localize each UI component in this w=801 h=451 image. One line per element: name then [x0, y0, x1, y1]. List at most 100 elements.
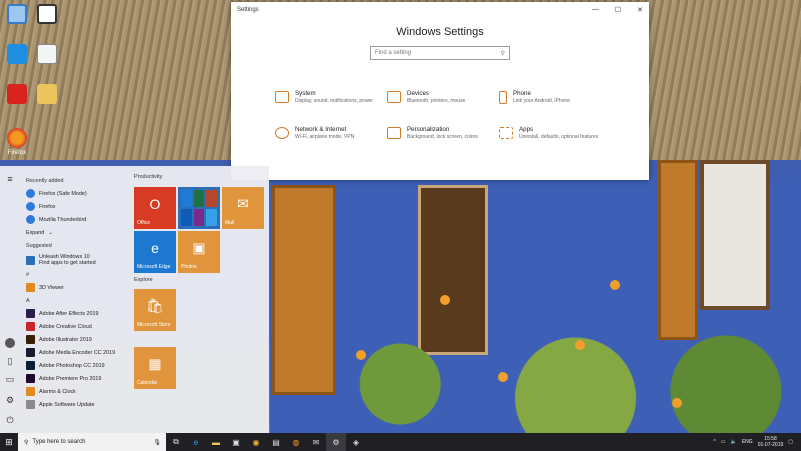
- section-a: A: [26, 298, 30, 304]
- app-item[interactable]: Adobe Premiere Pro 2019: [24, 372, 130, 385]
- app-item[interactable]: Alarms & Clock: [24, 385, 130, 398]
- apple-update-icon: [26, 400, 35, 409]
- desktop-icon-user-folder[interactable]: [32, 4, 62, 26]
- clock-date: 01-07-2019: [757, 442, 784, 448]
- app-item[interactable]: Adobe Illustrator 2019: [24, 333, 130, 346]
- wallpaper-plants: [300, 300, 801, 440]
- app-taskbar-icon[interactable]: ▤: [266, 433, 286, 451]
- mail-taskbar-icon[interactable]: ✉: [306, 433, 326, 451]
- desktop-icon-document[interactable]: [32, 44, 62, 66]
- after-effects-icon: [26, 309, 35, 318]
- start-menu[interactable]: ≡ ▯ ▭ ⚙ ⏻ Recently added Firefox (Safe M…: [0, 166, 269, 433]
- section-suggested: Suggested: [26, 243, 52, 249]
- taskbar-search-placeholder: Type here to search: [32, 439, 86, 445]
- tile-mail[interactable]: ✉ Mail: [222, 187, 264, 229]
- microphone-icon[interactable]: 🎙: [153, 439, 166, 446]
- app-item[interactable]: Adobe Creative Cloud: [24, 320, 130, 333]
- settings-item-system[interactable]: System Display, sound, notifications, po…: [275, 90, 387, 104]
- computer-icon: [7, 4, 27, 24]
- expand-label: Expand: [26, 229, 45, 236]
- app-label: Apple Software Update: [39, 401, 95, 408]
- outlook-icon: [181, 190, 192, 207]
- app-item[interactable]: Mozilla Thunderbird: [24, 213, 130, 226]
- app-item[interactable]: Apple Software Update: [24, 398, 130, 411]
- desktop-icon-adobe-app[interactable]: [2, 84, 32, 106]
- tile-office-apps-group[interactable]: [178, 187, 220, 229]
- settings-item-devices[interactable]: Devices Bluetooth, printers, mouse: [387, 90, 499, 104]
- settings-taskbar-icon[interactable]: ⚙: [326, 433, 346, 451]
- desktop-icon-this-pc[interactable]: [2, 4, 32, 26]
- app-label: Unleash Windows 10: [39, 253, 90, 260]
- settings-item-title: Network & Internet: [295, 126, 347, 134]
- tile-label: Microsoft Store: [137, 322, 171, 328]
- app-label: Firefox: [39, 203, 56, 210]
- task-view-icon[interactable]: ⧉: [166, 433, 186, 451]
- app-label: Adobe Photoshop CC 2019: [39, 362, 105, 369]
- settings-search-input[interactable]: Find a setting ⚲: [370, 46, 510, 60]
- app-label: Adobe Creative Cloud: [39, 323, 92, 330]
- app-label: Adobe Premiere Pro 2019: [39, 375, 102, 382]
- chrome-icon[interactable]: ◉: [246, 433, 266, 451]
- edge-taskbar-icon[interactable]: e: [186, 433, 206, 451]
- system-tray: ^ ▭ 🔈 ENG 15:58 01-07-2019 ▢: [714, 436, 801, 448]
- hamburger-menu-icon[interactable]: ≡: [5, 174, 15, 184]
- language-indicator[interactable]: ENG: [742, 439, 753, 445]
- photoshop-icon: [26, 361, 35, 370]
- app-list: Recently added Firefox (Safe Mode) Firef…: [24, 174, 130, 411]
- section-recently-added: Recently added: [26, 178, 64, 184]
- tile-calendar[interactable]: ▦ Calendar: [134, 347, 176, 389]
- notifications-icon[interactable]: ▢: [788, 439, 793, 445]
- windows-start-icon[interactable]: ⊞: [0, 437, 18, 448]
- app-item[interactable]: Adobe Media Encoder CC 2019: [24, 346, 130, 359]
- user-avatar-icon[interactable]: [5, 338, 15, 348]
- tile-photos[interactable]: ▣ Photos: [178, 231, 220, 273]
- mail-icon: ✉: [237, 195, 249, 212]
- desktop-icon-firefox[interactable]: Firefox: [2, 128, 32, 156]
- settings-item-title: Apps: [519, 126, 534, 134]
- tile-store[interactable]: 🛍 Microsoft Store: [134, 289, 176, 331]
- office-icon: O: [149, 195, 161, 212]
- app-item[interactable]: Firefox: [24, 200, 130, 213]
- close-icon[interactable]: ✕: [637, 6, 643, 14]
- file-explorer-icon[interactable]: ▬: [206, 433, 226, 451]
- firefox-taskbar-icon[interactable]: ◍: [286, 433, 306, 451]
- taskbar-search-box[interactable]: ⚲ Type here to search 🎙: [18, 433, 166, 451]
- brush-icon: [387, 127, 401, 140]
- onenote-icon: [193, 209, 205, 226]
- settings-item-desc: Display, sound, notifications, power: [295, 98, 374, 104]
- settings-titlebar[interactable]: Settings — ☐ ✕: [231, 2, 649, 18]
- power-icon[interactable]: ⏻: [5, 415, 15, 425]
- app-item[interactable]: Firefox (Safe Mode): [24, 187, 130, 200]
- volume-icon[interactable]: 🔈: [731, 439, 737, 445]
- settings-item-phone[interactable]: Phone Link your Android, iPhone: [499, 90, 611, 104]
- wallpaper-flower: [498, 372, 508, 382]
- tile-label: Mail: [225, 220, 235, 226]
- settings-window[interactable]: Settings — ☐ ✕ Windows Settings Find a s…: [231, 2, 649, 180]
- settings-gear-icon[interactable]: ⚙: [5, 395, 15, 405]
- chevron-up-icon[interactable]: ^: [714, 439, 716, 445]
- documents-icon[interactable]: ▯: [5, 356, 15, 366]
- app-item[interactable]: Adobe After Effects 2019: [24, 307, 130, 320]
- store-taskbar-icon[interactable]: ▣: [226, 433, 246, 451]
- settings-item-personalization[interactable]: Personalization Background, lock screen,…: [387, 126, 499, 140]
- app-item[interactable]: Adobe Photoshop CC 2019: [24, 359, 130, 372]
- desktop-icon-folder[interactable]: [32, 84, 62, 106]
- tile-office[interactable]: O Office: [134, 187, 176, 229]
- chevron-down-icon: ⌄: [48, 229, 53, 236]
- app-item[interactable]: 3D Viewer: [24, 281, 130, 294]
- taskbar: ⊞ ⚲ Type here to search 🎙 ⧉ e ▬ ▣ ◉ ▤ ◍ …: [0, 433, 801, 451]
- minimize-icon[interactable]: —: [592, 6, 599, 14]
- app-label: Adobe After Effects 2019: [39, 310, 99, 317]
- expand-button[interactable]: Expand ⌄: [24, 226, 130, 239]
- settings-item-network[interactable]: Network & Internet Wi-Fi, airplane mode,…: [275, 126, 387, 140]
- desktop-icon-app-blue[interactable]: [2, 44, 32, 66]
- settings-item-apps[interactable]: Apps Uninstall, defaults, optional featu…: [499, 126, 611, 140]
- tile-edge[interactable]: e Microsoft Edge: [134, 231, 176, 273]
- pictures-icon[interactable]: ▭: [5, 374, 15, 384]
- photos-taskbar-icon[interactable]: ◈: [346, 433, 366, 451]
- clock[interactable]: 15:58 01-07-2019: [758, 436, 784, 448]
- suggested-item[interactable]: Unleash Windows 10 Find apps to get start…: [24, 252, 130, 268]
- network-icon[interactable]: ▭: [721, 439, 726, 445]
- maximize-icon[interactable]: ☐: [615, 6, 621, 14]
- settings-item-title: System: [295, 90, 316, 97]
